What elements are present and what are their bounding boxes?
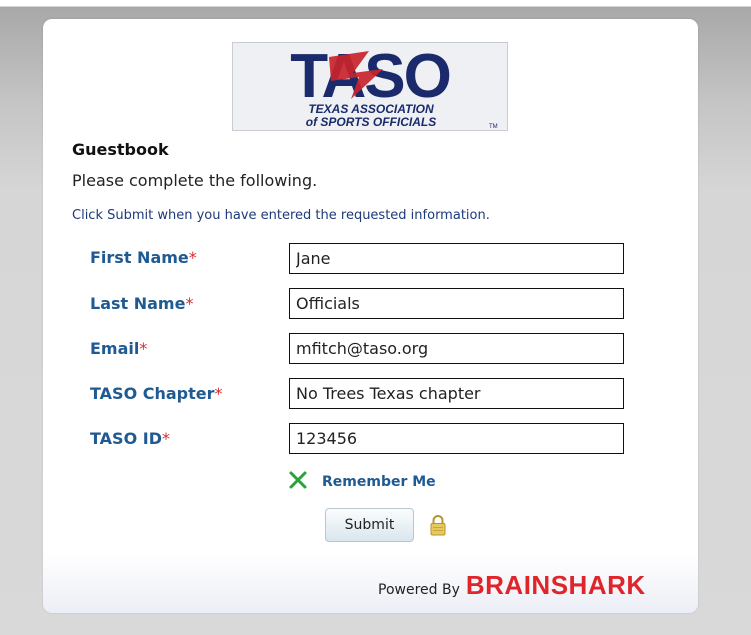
taso-id-input[interactable] <box>289 423 624 454</box>
first-name-label: First Name* <box>90 248 197 267</box>
padlock-icon <box>430 514 446 540</box>
powered-by-text: Powered By <box>378 582 460 598</box>
email-label: Email* <box>90 339 147 358</box>
logo-tm: TM <box>489 124 498 130</box>
required-marker: * <box>214 384 223 403</box>
required-marker: * <box>188 248 197 267</box>
first-name-label-text: First Name <box>90 248 189 267</box>
taso-logo: TASO TEXAS ASSOCIATION of SPORTS OFFICIA… <box>232 42 508 131</box>
last-name-input[interactable] <box>289 288 624 319</box>
submit-button[interactable]: Submit <box>325 508 414 542</box>
instruction-text: Click Submit when you have entered the r… <box>72 208 490 223</box>
required-marker: * <box>185 294 194 313</box>
logo-line2: of SPORTS OFFICIALS <box>306 115 436 129</box>
last-name-label: Last Name* <box>90 294 193 313</box>
required-marker: * <box>161 429 170 448</box>
taso-chapter-input[interactable] <box>289 378 624 409</box>
email-input[interactable] <box>289 333 624 364</box>
taso-id-label: TASO ID* <box>90 429 170 448</box>
remember-me-row[interactable]: Remember Me <box>288 470 436 494</box>
taso-chapter-label-text: TASO Chapter <box>90 384 215 403</box>
powered-by-footer: Powered By BRAINSHARK <box>378 570 646 601</box>
first-name-input[interactable] <box>289 243 624 274</box>
page-title: Guestbook <box>72 140 169 159</box>
required-marker: * <box>139 339 148 358</box>
taso-logo-graphic: TASO TEXAS ASSOCIATION of SPORTS OFFICIA… <box>290 42 498 130</box>
x-checkmark-icon[interactable] <box>288 470 308 494</box>
logo-line1: TEXAS ASSOCIATION <box>308 102 434 116</box>
email-label-text: Email <box>90 339 140 358</box>
remember-me-label[interactable]: Remember Me <box>322 474 436 490</box>
page-subtitle: Please complete the following. <box>72 171 318 190</box>
last-name-label-text: Last Name <box>90 294 186 313</box>
taso-chapter-label: TASO Chapter* <box>90 384 223 403</box>
taso-id-label-text: TASO ID <box>90 429 162 448</box>
brainshark-logo[interactable]: BRAINSHARK <box>466 570 646 601</box>
